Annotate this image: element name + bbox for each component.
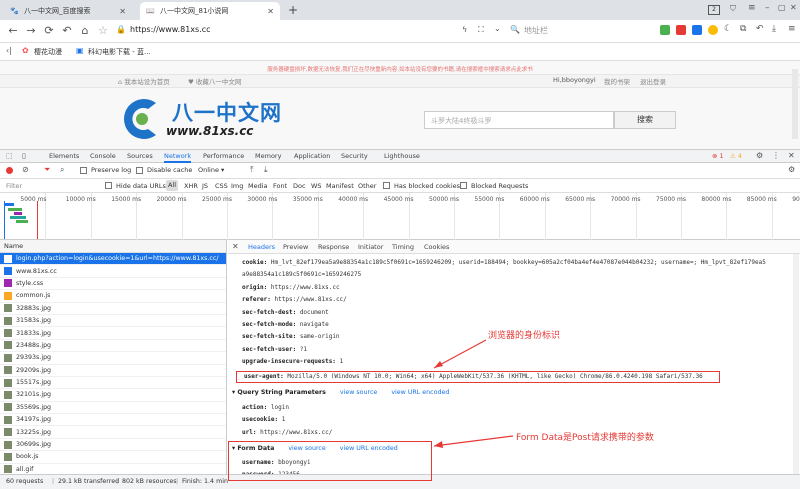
annotation-arrows [433, 339, 514, 448]
annotation-identity: 浏览器的身份标识 [488, 331, 561, 341]
annotation-form-data: Form Data是Post请求携带的参数 [516, 433, 654, 443]
